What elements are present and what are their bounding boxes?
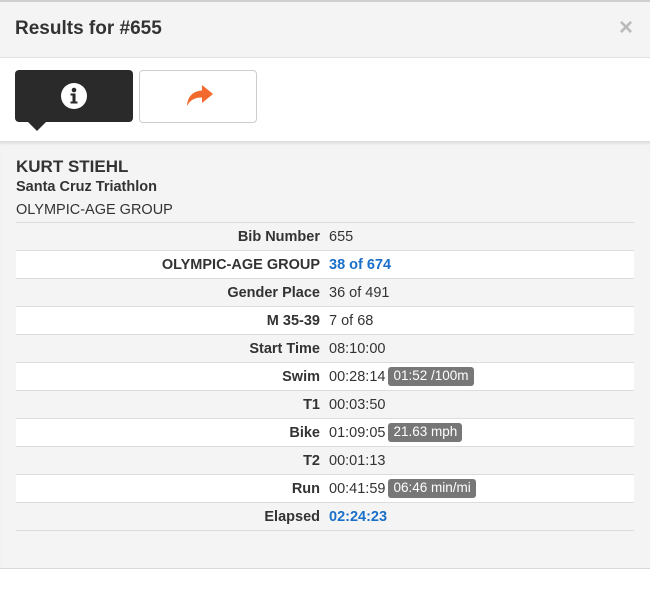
pace-badge: 21.63 mph	[388, 423, 463, 442]
result-row: Run 00:41:59 06:46 min/mi	[16, 474, 634, 503]
result-value-cell: 38 of 674	[329, 250, 634, 279]
result-label: Start Time	[16, 334, 329, 363]
results-modal: Results for #655 × KURT STIEHL Santa Cru…	[0, 0, 650, 569]
result-row: Gender Place 36 of 491	[16, 278, 634, 307]
tab-info[interactable]	[15, 70, 133, 131]
share-icon	[187, 85, 213, 106]
result-link[interactable]: 02:24:23	[329, 509, 387, 525]
result-value: 00:03:50	[329, 396, 386, 413]
pace-badge: 01:52 /100m	[388, 367, 474, 386]
result-value: 36 of 491	[329, 284, 390, 301]
result-row: T2 00:01:13	[16, 446, 634, 475]
result-value-cell: 00:01:13	[329, 446, 634, 475]
result-link[interactable]: 38 of 674	[329, 257, 391, 273]
result-label: Run	[16, 474, 329, 503]
result-label: Bib Number	[16, 222, 329, 251]
result-label: T1	[16, 390, 329, 419]
result-label: Swim	[16, 362, 329, 391]
result-value-cell: 02:24:23	[329, 502, 634, 531]
result-value: 7 of 68	[329, 312, 374, 329]
results-panel: KURT STIEHL Santa Cruz Triathlon OLYMPIC…	[0, 141, 650, 568]
result-row: Elapsed 02:24:23	[16, 502, 634, 531]
result-row: M 35-39 7 of 68	[16, 306, 634, 335]
results-table: Bib Number 655 OLYMPIC-AGE GROUP 38 of 674 G…	[16, 222, 634, 531]
result-value-cell: 00:03:50	[329, 390, 634, 419]
result-row: Bib Number 655	[16, 222, 634, 251]
result-value-cell: 01:09:05 21.63 mph	[329, 418, 634, 447]
division-name: OLYMPIC-AGE GROUP	[16, 202, 173, 218]
result-value: 00:41:59	[329, 481, 386, 497]
info-icon	[61, 83, 87, 109]
result-value: 08:10:00	[329, 340, 386, 357]
result-row: OLYMPIC-AGE GROUP 38 of 674	[16, 250, 634, 279]
modal-header: Results for #655 ×	[0, 0, 650, 58]
tab-share[interactable]	[139, 70, 257, 123]
result-label: Bike	[16, 418, 329, 447]
result-value-cell: 655	[329, 222, 634, 251]
result-value-cell: 00:28:14 01:52 /100m	[329, 362, 634, 391]
result-row: Start Time 08:10:00	[16, 334, 634, 363]
close-button[interactable]: ×	[619, 16, 633, 40]
result-value: 00:28:14	[329, 369, 386, 385]
result-value-cell: 7 of 68	[329, 306, 634, 335]
result-row: Bike 01:09:05 21.63 mph	[16, 418, 634, 447]
result-value-cell: 00:41:59 06:46 min/mi	[329, 474, 634, 503]
result-row: T1 00:03:50	[16, 390, 634, 419]
result-label: Elapsed	[16, 502, 329, 531]
result-value-cell: 08:10:00	[329, 334, 634, 363]
result-value: 00:01:13	[329, 452, 386, 469]
athlete-name: KURT STIEHL	[16, 157, 129, 176]
result-value-cell: 36 of 491	[329, 278, 634, 307]
result-label: OLYMPIC-AGE GROUP	[16, 250, 329, 279]
modal-title: Results for #655	[15, 18, 162, 39]
result-row: Swim 00:28:14 01:52 /100m	[16, 362, 634, 391]
result-value: 01:09:05	[329, 425, 386, 441]
result-label: Gender Place	[16, 278, 329, 307]
pace-badge: 06:46 min/mi	[388, 479, 476, 498]
tab-bar	[0, 58, 650, 141]
result-value: 655	[329, 228, 354, 245]
result-label: M 35-39	[16, 306, 329, 335]
result-label: T2	[16, 446, 329, 475]
race-name: Santa Cruz Triathlon	[16, 179, 157, 195]
